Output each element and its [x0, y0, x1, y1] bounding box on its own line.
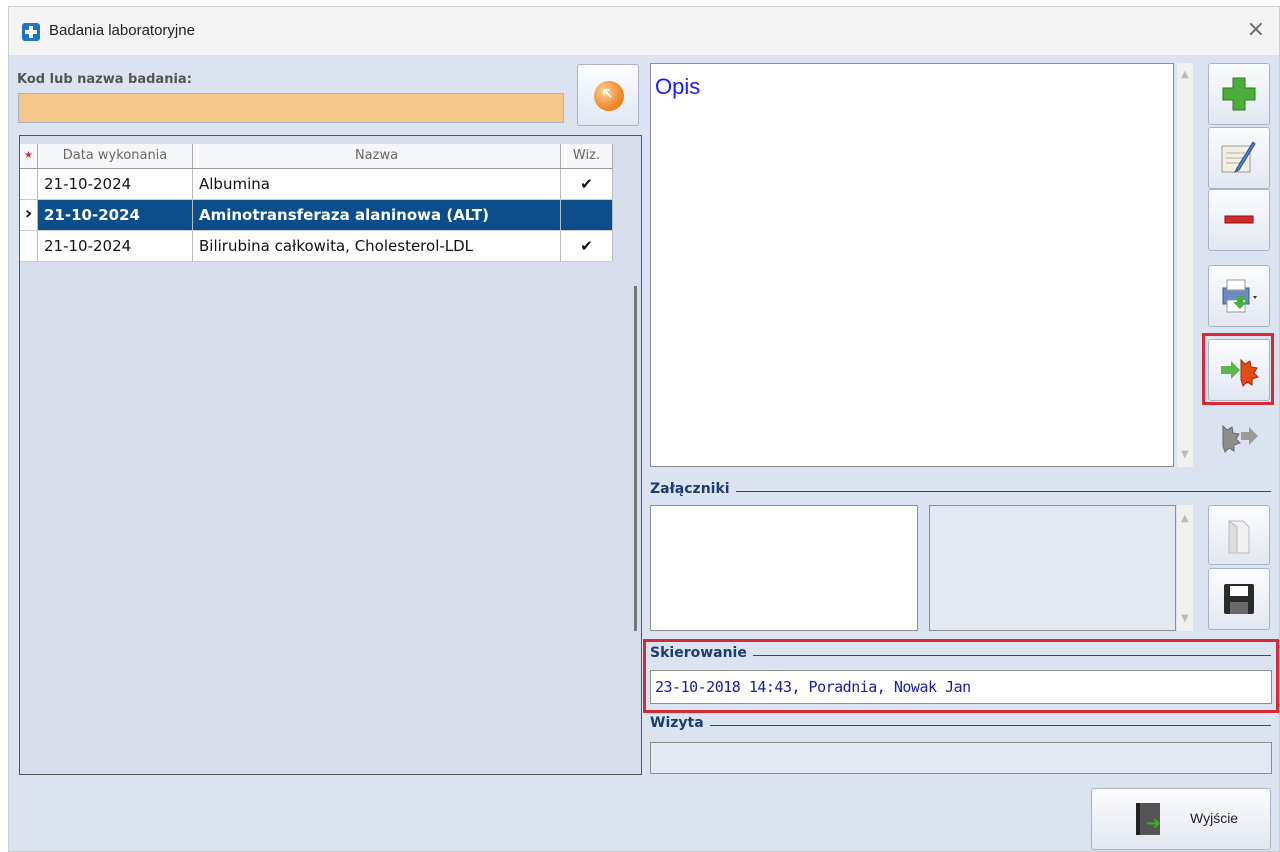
scroll-down-icon[interactable]: ▼: [1181, 449, 1189, 460]
attachments-list[interactable]: [650, 505, 918, 631]
scroll-down-icon[interactable]: ▼: [1181, 613, 1189, 624]
remove-icon: [1209, 190, 1269, 250]
export-icon: [1208, 405, 1270, 467]
referral-field[interactable]: 23-10-2018 14:43, Poradnia, Nowak Jan: [650, 670, 1272, 704]
attachments-label: Załączniki: [650, 481, 736, 497]
remove-button[interactable]: [1208, 189, 1270, 251]
date-cell: 21-10-2024: [38, 200, 193, 230]
table-row-selected[interactable]: › 21-10-2024 Aminotransferaza alaninowa …: [20, 200, 613, 231]
viz-cell: [561, 200, 613, 230]
exit-label: Wyjście: [1190, 810, 1239, 826]
attachment-preview: [929, 505, 1176, 631]
table-row[interactable]: 21-10-2024 Bilirubina całkowita, Cholest…: [20, 231, 613, 262]
window-title: Badania laboratoryjne: [49, 22, 195, 39]
viz-column-header[interactable]: Wiz.: [561, 144, 613, 168]
attachments-scrollbar[interactable]: ▲ ▼: [1177, 505, 1193, 631]
table-row[interactable]: 21-10-2024 Albumina ✔: [20, 169, 613, 200]
row-indicator: [20, 231, 38, 261]
search-button[interactable]: [577, 64, 639, 126]
visit-field[interactable]: [650, 742, 1272, 774]
print-button[interactable]: [1208, 265, 1270, 327]
lab-tests-grid: ★ Data wykonania Nazwa Wiz. 21-10-2024 A…: [19, 135, 642, 775]
add-button[interactable]: [1208, 63, 1270, 125]
edit-icon: [1209, 128, 1269, 188]
search-arrow-icon: [594, 81, 624, 111]
check-icon: ✔: [561, 169, 613, 199]
exit-arrow-icon: ➜: [1146, 813, 1162, 834]
document-icon: [1209, 506, 1269, 564]
attachments-divider: [729, 491, 1271, 492]
date-cell: 21-10-2024: [38, 231, 193, 261]
print-icon: [1209, 266, 1269, 326]
date-cell: 21-10-2024: [38, 169, 193, 199]
save-icon: [1209, 569, 1269, 629]
open-attachment-button[interactable]: [1208, 505, 1270, 565]
description-panel[interactable]: Opis: [650, 63, 1174, 467]
close-icon[interactable]: ×: [1247, 17, 1265, 42]
medical-plus-icon: [22, 23, 40, 41]
save-attachment-button[interactable]: [1208, 568, 1270, 630]
grid-scrollbar[interactable]: [634, 286, 637, 631]
name-cell: Bilirubina całkowita, Cholesterol-LDL: [193, 231, 561, 261]
lab-tests-window: Badania laboratoryjne × Kod lub nazwa ba…: [8, 6, 1280, 852]
scroll-up-icon[interactable]: ▲: [1181, 69, 1189, 80]
visit-label: Wizyta: [650, 715, 710, 731]
description-title: Opis: [655, 74, 701, 99]
title-bar: Badania laboratoryjne ×: [9, 7, 1279, 55]
grid-header: ★ Data wykonania Nazwa Wiz.: [20, 144, 613, 169]
edit-button[interactable]: [1208, 127, 1270, 189]
row-indicator: [20, 169, 38, 199]
search-input[interactable]: [18, 93, 564, 123]
date-column-header[interactable]: Data wykonania: [38, 144, 193, 168]
name-cell: Aminotransferaza alaninowa (ALT): [193, 200, 561, 230]
referral-label: Skierowanie: [650, 645, 753, 661]
exit-button[interactable]: ➜ Wyjście: [1091, 788, 1271, 850]
search-label: Kod lub nazwa badania:: [17, 72, 192, 87]
scroll-up-icon[interactable]: ▲: [1181, 513, 1189, 524]
name-cell: Albumina: [193, 169, 561, 199]
row-pointer-icon: ›: [20, 200, 38, 230]
description-scrollbar[interactable]: ▲ ▼: [1177, 63, 1193, 467]
add-icon: [1209, 64, 1269, 124]
export-button[interactable]: [1208, 405, 1270, 467]
check-icon: ✔: [561, 231, 613, 261]
name-column-header[interactable]: Nazwa: [193, 144, 561, 168]
highlight-import-button: [1202, 333, 1274, 405]
visit-divider: [709, 725, 1271, 726]
referral-divider: [737, 655, 1271, 656]
favorite-column-header: ★: [20, 144, 38, 168]
